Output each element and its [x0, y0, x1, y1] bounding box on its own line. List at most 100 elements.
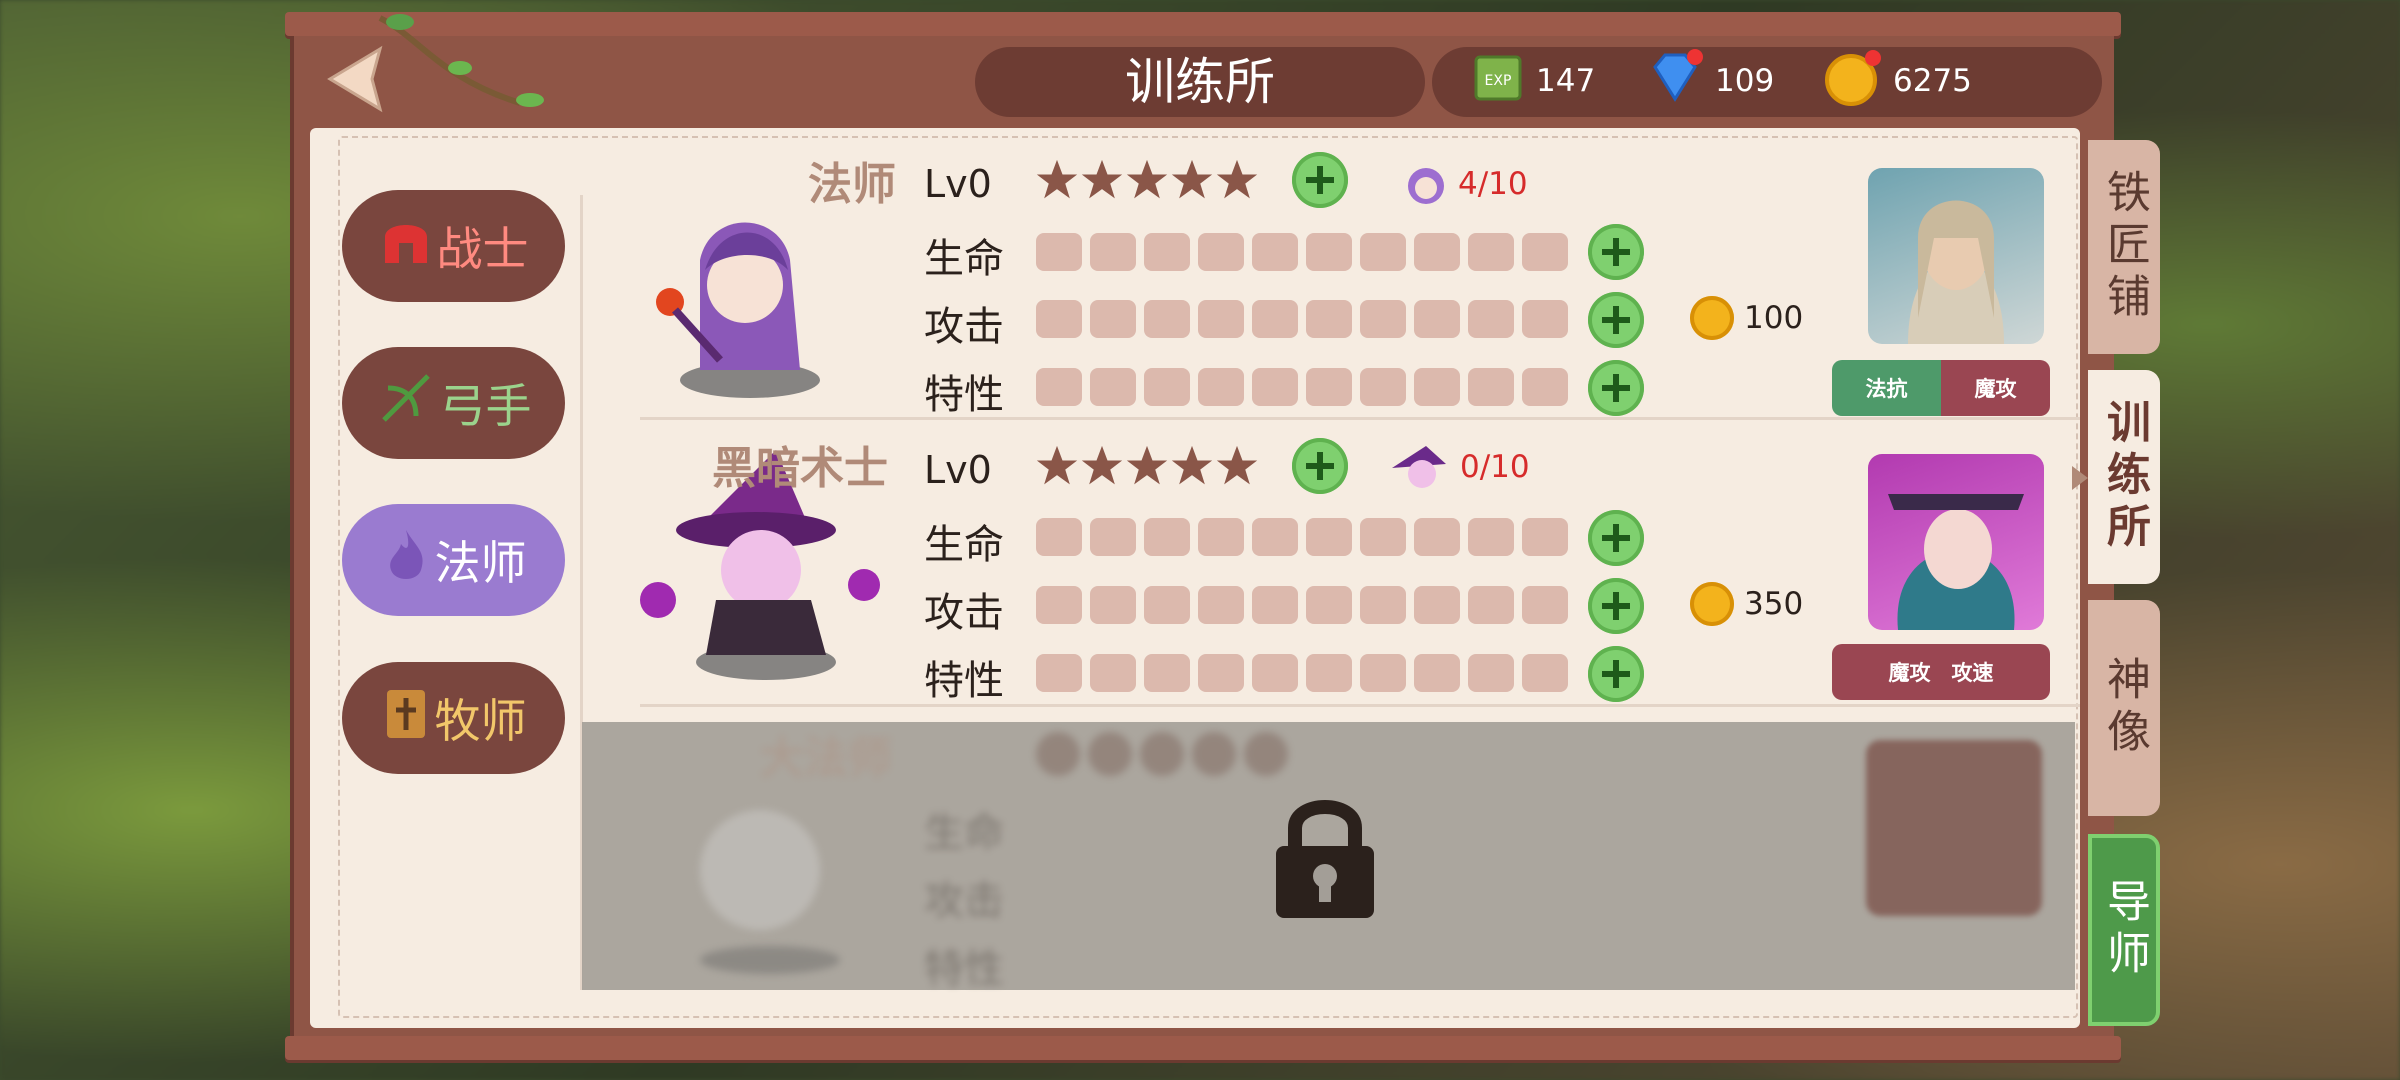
- hero-name: 大法师: [760, 733, 892, 784]
- bar-segment: [1198, 300, 1244, 338]
- bar-segment: [1468, 368, 1514, 406]
- hp-upgrade-button[interactable]: [1588, 510, 1644, 566]
- hero-name: 法师: [808, 159, 896, 210]
- side-tab-label: 训练所: [2099, 399, 2150, 555]
- side-tab-training[interactable]: 训练所: [2088, 370, 2160, 584]
- bar-segment: [1468, 654, 1514, 692]
- bar-segment: [1306, 518, 1352, 556]
- bar-segment: [1306, 654, 1352, 692]
- star-rating: [1035, 444, 1259, 488]
- star-icon: [1036, 445, 1078, 485]
- attack-upgrade-button[interactable]: [1588, 578, 1644, 634]
- side-tab-label: 铁匠铺: [2099, 169, 2150, 325]
- bar-segment: [1198, 233, 1244, 271]
- plus-icon: [1602, 374, 1630, 402]
- plus-icon: [1602, 592, 1630, 620]
- flame-icon: [381, 526, 431, 595]
- bar-segment: [1360, 300, 1406, 338]
- trait-upgrade-button[interactable]: [1588, 360, 1644, 416]
- bar-segment: [1306, 586, 1352, 624]
- star-upgrade-button[interactable]: [1292, 438, 1348, 494]
- bar-segment: [1414, 518, 1460, 556]
- stat-bar-attack: [1036, 586, 1568, 624]
- hp-upgrade-button[interactable]: [1588, 224, 1644, 280]
- side-tab-label: 神像: [2099, 656, 2150, 760]
- bar-segment: [1198, 654, 1244, 692]
- diamond-icon: [1645, 49, 1705, 113]
- bar-segment: [1198, 586, 1244, 624]
- class-tab-mage[interactable]: 法师: [342, 504, 565, 616]
- star-icon: [1171, 445, 1213, 485]
- bar-segment: [1360, 586, 1406, 624]
- bar-segment: [1306, 300, 1352, 338]
- bar-segment: [1468, 300, 1514, 338]
- plus-icon: [1306, 452, 1334, 480]
- bar-segment: [1090, 654, 1136, 692]
- exp-resource: EXP 147: [1470, 48, 1595, 114]
- bar-segment: [1144, 368, 1190, 406]
- side-tab-statue[interactable]: 神像: [2088, 600, 2160, 816]
- stat-label: 特性: [924, 372, 1004, 418]
- plus-icon: [1602, 238, 1630, 266]
- bar-segment: [1522, 518, 1568, 556]
- class-tab-warrior[interactable]: 战士: [342, 190, 565, 302]
- upgrade-cost: 350: [1690, 582, 1803, 626]
- star-rating: [1036, 732, 1288, 776]
- bar-segment: [1306, 368, 1352, 406]
- class-tab-priest[interactable]: 牧师: [342, 662, 565, 774]
- bar-segment: [1360, 654, 1406, 692]
- bar-segment: [1090, 518, 1136, 556]
- hero-level: Lv0: [924, 448, 992, 492]
- bar-segment: [1144, 586, 1190, 624]
- plus-icon: [1602, 660, 1630, 688]
- stat-bar-hp: [1036, 518, 1568, 556]
- bar-segment: [1522, 233, 1568, 271]
- stat-label: 生命: [924, 522, 1004, 568]
- stat-bar-trait: [1036, 654, 1568, 692]
- star-icon: [1216, 159, 1258, 199]
- class-tab-label: 弓手: [439, 379, 532, 433]
- archmage-hero-sprite: [660, 760, 880, 980]
- bar-segment: [1252, 586, 1298, 624]
- bar-segment: [1522, 300, 1568, 338]
- stat-label: 生命: [924, 236, 1004, 282]
- lock-icon[interactable]: [1270, 792, 1380, 920]
- bar-segment: [1144, 518, 1190, 556]
- frame-top-rail: [285, 12, 2121, 36]
- warlock-shard-icon: [1392, 446, 1446, 488]
- mentor-skill-tags: 法抗 魔攻: [1832, 360, 2050, 416]
- page-title: 训练所: [975, 47, 1425, 117]
- mentor-portrait[interactable]: [1868, 168, 2044, 344]
- stat-label: 生命: [924, 810, 1004, 856]
- shard-counter: 0/10: [1386, 442, 1530, 492]
- bar-segment: [1144, 300, 1190, 338]
- class-tab-archer[interactable]: 弓手: [342, 347, 565, 459]
- helmet-icon: [379, 213, 433, 280]
- shard-count: 0/10: [1460, 449, 1530, 485]
- class-tab-label: 战士: [436, 222, 529, 276]
- bar-segment: [1036, 518, 1082, 556]
- mentor-portrait[interactable]: [1868, 454, 2044, 630]
- side-tab-mentor[interactable]: 导师: [2088, 834, 2160, 1026]
- star-upgrade-button[interactable]: [1292, 152, 1348, 208]
- bar-segment: [1198, 368, 1244, 406]
- star-icon: [1126, 445, 1168, 485]
- active-tab-pointer-icon: [2072, 466, 2088, 490]
- side-tab-blacksmith[interactable]: 铁匠铺: [2088, 140, 2160, 354]
- stat-label: 攻击: [924, 304, 1004, 350]
- hero-name: 黑暗术士: [712, 443, 888, 494]
- trait-upgrade-button[interactable]: [1588, 646, 1644, 702]
- bar-segment: [1036, 654, 1082, 692]
- exp-value: 147: [1536, 63, 1596, 99]
- star-icon: [1081, 159, 1123, 199]
- bar-segment: [1252, 233, 1298, 271]
- bar-segment: [1522, 654, 1568, 692]
- attack-upgrade-button[interactable]: [1588, 292, 1644, 348]
- stat-label: 攻击: [924, 590, 1004, 636]
- bar-segment: [1360, 233, 1406, 271]
- stat-label: 特性: [924, 946, 1004, 992]
- gem-value: 109: [1715, 63, 1775, 99]
- bar-segment: [1468, 586, 1514, 624]
- plus-icon: [1602, 524, 1630, 552]
- locked-mentor-slot: [1866, 740, 2042, 916]
